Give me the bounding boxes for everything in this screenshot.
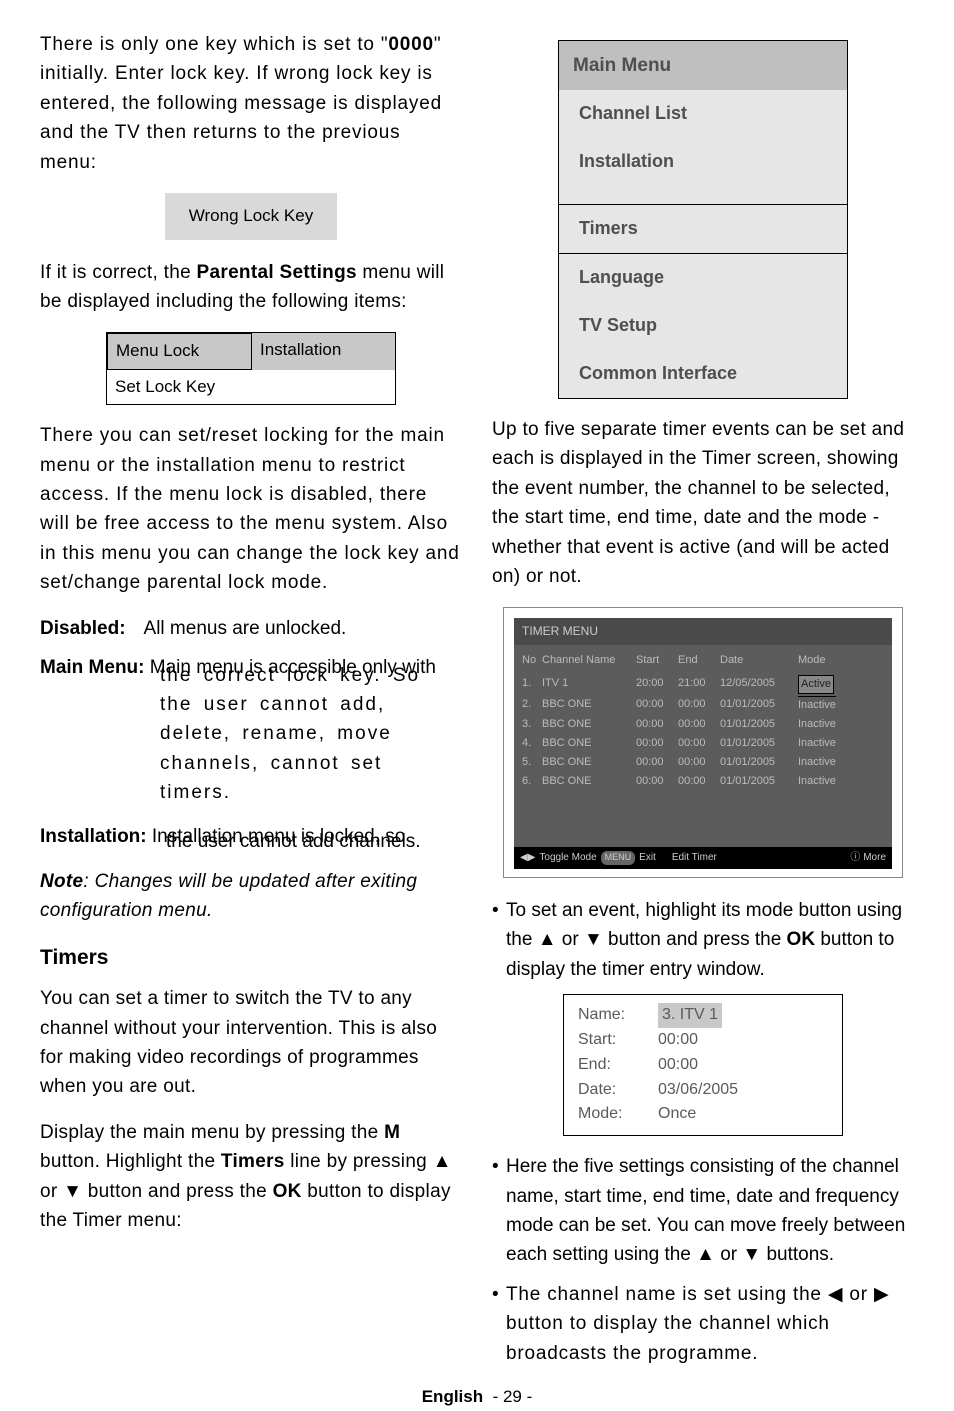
left-column: There is only one key which is set to "0…	[40, 30, 462, 1378]
main-menu-def: Main Menu: Main menu is accessible only …	[40, 653, 462, 808]
timers-desc-para: You can set a timer to switch the TV to …	[40, 984, 462, 1102]
menu-item-timers[interactable]: Timers	[558, 204, 848, 254]
timer-row[interactable]: 4.BBC ONE00:0000:0001/01/2005Inactive	[522, 734, 884, 753]
menu-item-installation[interactable]: Installation	[559, 138, 847, 186]
note-para: Note: Changes will be updated after exit…	[40, 867, 462, 926]
table-row: Set Lock Key	[107, 370, 395, 404]
timer-desc-para: Up to five separate timer events can be …	[492, 415, 914, 592]
entry-mode-value[interactable]: Once	[658, 1102, 696, 1127]
timer-menu-panel: TIMER MENU No Channel Name Start End Dat…	[503, 607, 903, 877]
entry-date-value[interactable]: 03/06/2005	[658, 1078, 738, 1103]
entry-name-value[interactable]: 3. ITV 1	[658, 1003, 722, 1028]
intro-para: There is only one key which is set to "0…	[40, 30, 462, 177]
menu-pill-icon: MENU	[601, 851, 636, 865]
parental-settings-table: Menu Lock Installation Set Lock Key	[106, 332, 396, 405]
timer-menu-title: TIMER MENU	[514, 618, 892, 645]
bullet-set-event: • To set an event, highlight its mode bu…	[492, 896, 914, 984]
timer-entry-panel: Name:3. ITV 1 Start:00:00 End:00:00 Date…	[563, 994, 843, 1136]
table-row: Menu Lock Installation	[107, 333, 395, 369]
menu-item-common-interface[interactable]: Common Interface	[559, 350, 847, 398]
menu-item-tv-setup[interactable]: TV Setup	[559, 302, 847, 350]
timers-heading: Timers	[40, 942, 462, 975]
disabled-def: Disabled: All menus are unlocked.	[40, 614, 462, 643]
page-footer: English - 29 -	[40, 1384, 914, 1410]
timer-row[interactable]: 6.BBC ONE00:0000:0001/01/2005Inactive	[522, 772, 884, 791]
bullet-five-settings: • Here the five settings consisting of t…	[492, 1152, 914, 1270]
parental-para: If it is correct, the Parental Settings …	[40, 258, 462, 317]
installation-cell: Installation	[252, 333, 395, 369]
timer-row[interactable]: 2.BBC ONE00:0000:0001/01/2005Inactive	[522, 695, 884, 715]
info-icon: ⓘ	[850, 852, 860, 863]
timer-row[interactable]: 1.ITV 120:0021:0012/05/2005Active	[522, 674, 884, 695]
main-menu-panel: Main Menu Channel List Installation Time…	[558, 40, 848, 399]
menu-item-language[interactable]: Language	[559, 254, 847, 302]
timer-row[interactable]: 5.BBC ONE00:0000:0001/01/2005Inactive	[522, 753, 884, 772]
timer-header-row: No Channel Name Start End Date Mode	[522, 651, 884, 670]
timers-howto-para: Display the main menu by pressing the M …	[40, 1118, 462, 1236]
menu-item-channel-list[interactable]: Channel List	[559, 90, 847, 138]
lock-desc-para: There you can set/reset locking for the …	[40, 421, 462, 598]
bullet-channel-name: • The channel name is set using the ◀ or…	[492, 1280, 914, 1368]
entry-end-value[interactable]: 00:00	[658, 1053, 698, 1078]
menu-lock-cell: Menu Lock	[107, 333, 252, 369]
entry-start-value[interactable]: 00:00	[658, 1028, 698, 1053]
set-lock-key-cell: Set Lock Key	[107, 370, 251, 404]
right-column: Main Menu Channel List Installation Time…	[492, 30, 914, 1378]
wrong-key-message: Wrong Lock Key	[165, 193, 337, 239]
nav-icon: ◀▶	[520, 850, 535, 866]
timer-footer: ◀▶ Toggle Mode MENU Exit Edit Timer ⓘ Mo…	[514, 847, 892, 869]
main-menu-title: Main Menu	[559, 41, 847, 90]
timer-row[interactable]: 3.BBC ONE00:0000:0001/01/2005Inactive	[522, 715, 884, 734]
installation-def: Installation: Installation menu is locke…	[40, 822, 462, 857]
